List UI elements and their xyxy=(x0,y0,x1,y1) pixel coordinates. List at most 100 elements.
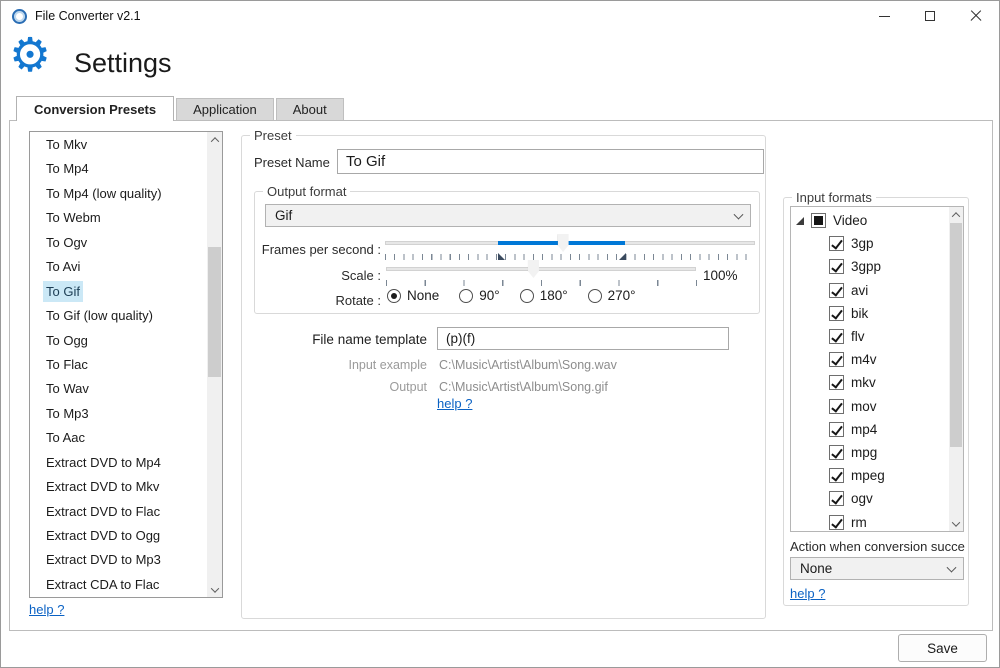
tab-about[interactable]: About xyxy=(276,98,344,120)
preset-item-label: Extract DVD to Mkv xyxy=(43,476,162,497)
preset-item-label: To Aac xyxy=(43,427,88,448)
tab-conversion-presets[interactable]: Conversion Presets xyxy=(16,96,174,121)
checkbox-checked-icon[interactable] xyxy=(829,491,844,506)
preset-item-extract-dvd-to-ogg[interactable]: Extract DVD to Ogg xyxy=(30,524,207,548)
close-button[interactable] xyxy=(953,1,999,31)
input-example-label: Input example xyxy=(297,358,427,372)
fps-slider-thumb[interactable] xyxy=(558,234,569,252)
checkbox-checked-icon[interactable] xyxy=(829,306,844,321)
format-item-mpeg[interactable]: mpeg xyxy=(791,464,949,487)
fps-range-start-marker xyxy=(498,253,505,260)
scroll-thumb[interactable] xyxy=(950,223,962,447)
format-item-label: m4v xyxy=(851,352,877,367)
preset-list-scrollbar[interactable] xyxy=(207,132,222,597)
scroll-thumb[interactable] xyxy=(208,247,221,377)
preset-item-to-mp4-low-quality[interactable]: To Mp4 (low quality) xyxy=(30,182,207,206)
app-icon xyxy=(12,9,27,24)
file-template-input[interactable] xyxy=(437,327,729,350)
preset-item-to-gif[interactable]: To Gif xyxy=(30,280,207,304)
checkbox-checked-icon[interactable] xyxy=(829,399,844,414)
close-icon xyxy=(970,10,982,22)
preset-item-extract-dvd-to-mp4[interactable]: Extract DVD to Mp4 xyxy=(30,451,207,475)
rotate-option-90[interactable]: 90° xyxy=(459,288,499,303)
rotate-option-none[interactable]: None xyxy=(387,288,439,303)
output-format-value: Gif xyxy=(275,208,292,223)
format-item-rm[interactable]: rm xyxy=(791,510,949,532)
format-item-label: mpg xyxy=(851,445,877,460)
preset-item-label: To Mkv xyxy=(43,134,90,155)
output-format-group: Output format Gif Frames per second : Sc… xyxy=(254,191,760,314)
format-item-mov[interactable]: mov xyxy=(791,395,949,418)
checkbox-indeterminate-icon[interactable] xyxy=(811,213,826,228)
tab-strip: Conversion PresetsApplicationAbout xyxy=(16,96,344,121)
checkbox-checked-icon[interactable] xyxy=(829,445,844,460)
preset-item-to-webm[interactable]: To Webm xyxy=(30,206,207,230)
preset-item-to-flac[interactable]: To Flac xyxy=(30,353,207,377)
format-item-mkv[interactable]: mkv xyxy=(791,371,949,394)
checkbox-checked-icon[interactable] xyxy=(829,236,844,251)
preset-item-to-gif-low-quality[interactable]: To Gif (low quality) xyxy=(30,304,207,328)
format-item-mp4[interactable]: mp4 xyxy=(791,418,949,441)
conversion-action-select[interactable]: None xyxy=(790,557,964,580)
scale-slider-thumb[interactable] xyxy=(528,260,539,278)
formats-help-link[interactable]: help ? xyxy=(790,586,825,601)
preset-item-to-mkv[interactable]: To Mkv xyxy=(30,133,207,157)
preset-item-to-aac[interactable]: To Aac xyxy=(30,426,207,450)
format-item-avi[interactable]: avi xyxy=(791,279,949,302)
preset-item-extract-dvd-to-flac[interactable]: Extract DVD to Flac xyxy=(30,500,207,524)
format-item-3gp[interactable]: 3gp xyxy=(791,232,949,255)
format-item-ogv[interactable]: ogv xyxy=(791,487,949,510)
rotate-option-270[interactable]: 270° xyxy=(588,288,636,303)
format-category-video[interactable]: Video xyxy=(791,209,949,232)
checkbox-checked-icon[interactable] xyxy=(829,352,844,367)
rotate-option-180[interactable]: 180° xyxy=(520,288,568,303)
scroll-up-icon[interactable] xyxy=(207,132,222,147)
scroll-up-icon[interactable] xyxy=(949,207,963,222)
format-item-mpg[interactable]: mpg xyxy=(791,441,949,464)
radio-icon[interactable] xyxy=(387,289,401,303)
minimize-button[interactable] xyxy=(861,1,907,31)
preset-name-input[interactable] xyxy=(337,149,764,174)
preset-item-to-wav[interactable]: To Wav xyxy=(30,377,207,401)
template-help-link[interactable]: help ? xyxy=(437,396,472,411)
preset-item-to-avi[interactable]: To Avi xyxy=(30,255,207,279)
format-item-flv[interactable]: flv xyxy=(791,325,949,348)
input-formats-group-label: Input formats xyxy=(792,190,876,205)
checkbox-checked-icon[interactable] xyxy=(829,422,844,437)
radio-icon[interactable] xyxy=(459,289,473,303)
preset-item-label: Extract DVD to Ogg xyxy=(43,525,163,546)
checkbox-checked-icon[interactable] xyxy=(829,515,844,530)
checkbox-checked-icon[interactable] xyxy=(829,259,844,274)
format-tree-scrollbar[interactable] xyxy=(949,207,963,531)
save-button[interactable]: Save xyxy=(898,634,987,662)
presets-help-link[interactable]: help ? xyxy=(29,602,64,617)
preset-item-extract-cda-to-flac[interactable]: Extract CDA to Flac xyxy=(30,573,207,597)
format-item-m4v[interactable]: m4v xyxy=(791,348,949,371)
checkbox-checked-icon[interactable] xyxy=(829,468,844,483)
radio-icon[interactable] xyxy=(520,289,534,303)
preset-item-to-ogv[interactable]: To Ogv xyxy=(30,231,207,255)
checkbox-checked-icon[interactable] xyxy=(829,283,844,298)
preset-item-to-ogg[interactable]: To Ogg xyxy=(30,329,207,353)
format-item-3gpp[interactable]: 3gpp xyxy=(791,255,949,278)
fps-range-end-marker xyxy=(619,253,626,260)
radio-icon[interactable] xyxy=(588,289,602,303)
scale-slider-track[interactable] xyxy=(386,267,696,271)
output-format-select[interactable]: Gif xyxy=(265,204,751,227)
tab-application[interactable]: Application xyxy=(176,98,274,120)
scroll-down-icon[interactable] xyxy=(949,516,963,531)
preset-item-extract-dvd-to-mp3[interactable]: Extract DVD to Mp3 xyxy=(30,548,207,572)
output-format-group-label: Output format xyxy=(263,184,350,199)
preset-item-to-mp3[interactable]: To Mp3 xyxy=(30,402,207,426)
scroll-down-icon[interactable] xyxy=(207,582,222,597)
checkbox-checked-icon[interactable] xyxy=(829,375,844,390)
preset-item-to-mp4[interactable]: To Mp4 xyxy=(30,157,207,181)
fps-slider[interactable] xyxy=(385,234,755,252)
tree-expander-icon[interactable] xyxy=(796,217,804,225)
window-title: File Converter v2.1 xyxy=(35,9,141,23)
maximize-button[interactable] xyxy=(907,1,953,31)
format-item-bik[interactable]: bik xyxy=(791,302,949,325)
preset-item-extract-dvd-to-mkv[interactable]: Extract DVD to Mkv xyxy=(30,475,207,499)
scale-slider[interactable] xyxy=(386,260,696,278)
checkbox-checked-icon[interactable] xyxy=(829,329,844,344)
